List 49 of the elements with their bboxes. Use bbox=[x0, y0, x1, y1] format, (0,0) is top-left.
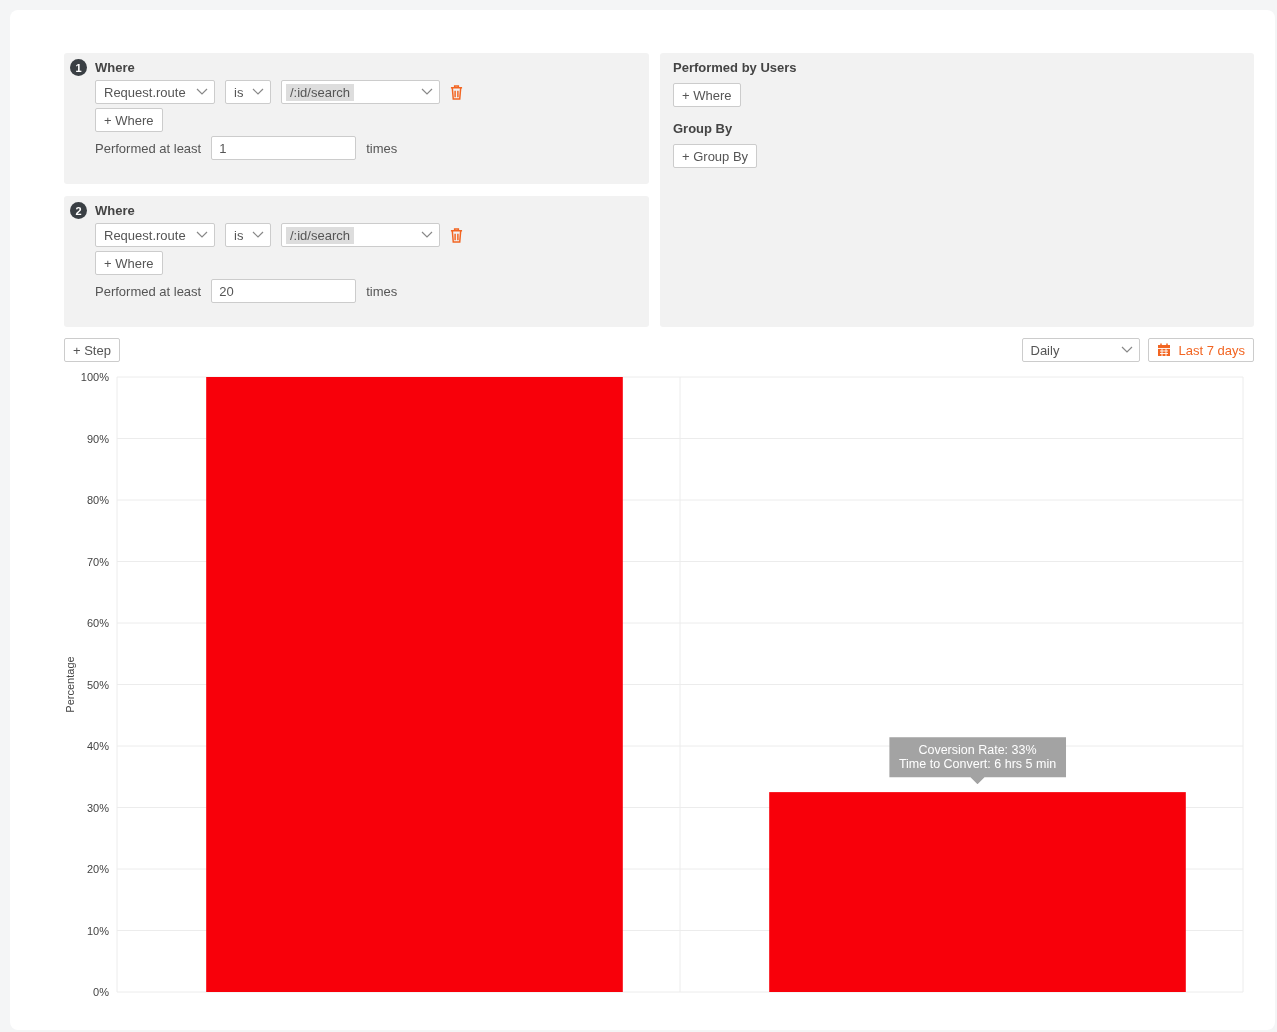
y-tick-label: 70% bbox=[86, 555, 109, 568]
performed-label: Performed at least bbox=[95, 140, 202, 156]
add-where-button[interactable]: + Where bbox=[95, 108, 163, 132]
times-label: times bbox=[366, 283, 398, 299]
y-tick-label: 50% bbox=[86, 678, 109, 691]
chevron-down-icon bbox=[252, 231, 264, 239]
chevron-down-icon bbox=[196, 231, 208, 239]
chevron-down-icon bbox=[196, 88, 208, 96]
chevron-down-icon bbox=[421, 231, 433, 239]
chevron-down-icon bbox=[1120, 346, 1133, 354]
section-title: Group By bbox=[673, 121, 733, 136]
add-group-button[interactable]: + Group By bbox=[673, 144, 758, 168]
y-tick-label: 20% bbox=[86, 863, 109, 875]
y-tick-label: 40% bbox=[86, 740, 109, 752]
add-step-button[interactable]: + Step bbox=[64, 338, 120, 362]
y-tick-label: 30% bbox=[86, 801, 109, 814]
count-field[interactable]: 20 bbox=[211, 279, 357, 303]
value-dropdown[interactable]: /:id/search bbox=[281, 80, 440, 104]
tooltip: Coversion Rate: 33% Time to Convert: 6 hrs 5 min bbox=[888, 737, 1067, 785]
step-number: 2 bbox=[70, 202, 87, 219]
operator-dropdown[interactable]: is bbox=[225, 223, 271, 247]
annotation: Time to Convert: 6 hrs 5 min bbox=[898, 757, 1057, 772]
property-dropdown[interactable]: Request.route bbox=[95, 80, 215, 104]
annotation: Coversion Rate: 33% bbox=[918, 743, 1037, 758]
property-dropdown[interactable]: Request.route bbox=[95, 223, 215, 247]
delete-icon[interactable] bbox=[450, 227, 463, 243]
y-tick-label: 60% bbox=[86, 617, 109, 629]
operator-dropdown[interactable]: is bbox=[225, 80, 271, 104]
y-tick-label: 10% bbox=[86, 924, 109, 937]
interval-dropdown[interactable]: Daily bbox=[1021, 338, 1140, 362]
add-where-button[interactable]: + Where bbox=[95, 251, 163, 275]
y-tick-label: 90% bbox=[86, 432, 109, 445]
step-title: Where bbox=[95, 60, 135, 75]
chevron-down-icon bbox=[252, 88, 264, 96]
y-tick-label: 80% bbox=[86, 494, 109, 506]
calendar-icon bbox=[1156, 343, 1171, 357]
chevron-down-icon bbox=[421, 88, 433, 96]
times-label: times bbox=[366, 140, 398, 156]
y-axis-label: Percentage bbox=[64, 656, 76, 713]
value-dropdown[interactable]: /:id/search bbox=[281, 223, 440, 247]
count-field[interactable]: 1 bbox=[211, 136, 357, 160]
performed-label: Performed at least bbox=[95, 283, 202, 299]
step-title: Where bbox=[95, 203, 135, 218]
step-number: 1 bbox=[70, 59, 87, 76]
add-where-button[interactable]: + Where bbox=[673, 83, 741, 107]
y-tick-label: 100% bbox=[80, 371, 109, 383]
delete-icon[interactable] bbox=[450, 84, 463, 100]
y-tick-label: 0% bbox=[93, 986, 109, 998]
section-title: Performed by Users bbox=[673, 60, 797, 75]
